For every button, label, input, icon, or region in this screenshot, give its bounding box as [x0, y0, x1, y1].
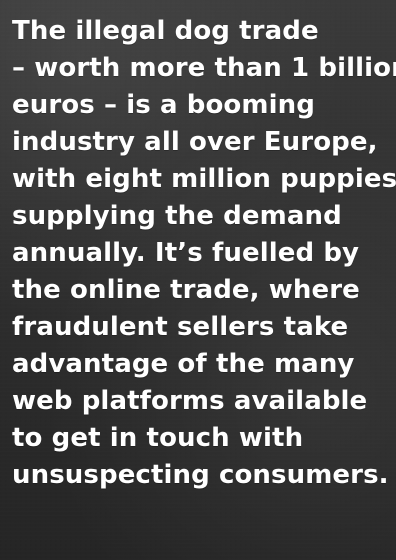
paragraph-line: annually. It’s fuelled by: [12, 238, 360, 268]
paragraph-line: The illegal dog trade: [12, 16, 319, 46]
paragraph-line: the online trade, where: [12, 275, 360, 305]
main-paragraph: The illegal dog trade – worth more than …: [12, 13, 396, 494]
paragraph-line: euros – is a booming: [12, 90, 315, 120]
paragraph-line: to get in touch with: [12, 423, 304, 453]
paragraph-line: with eight million puppies: [12, 164, 396, 194]
paragraph-line: industry all over Europe,: [12, 127, 378, 157]
paragraph-line: web platforms available: [12, 386, 368, 416]
paragraph-line: – worth more than 1 billion: [12, 53, 396, 83]
paragraph-line: unsuspecting consumers.: [12, 460, 389, 490]
paragraph-line: supplying the demand: [12, 201, 342, 231]
text-slide: The illegal dog trade – worth more than …: [0, 0, 396, 560]
paragraph-line: advantage of the many: [12, 349, 355, 379]
paragraph-line: fraudulent sellers take: [12, 312, 349, 342]
